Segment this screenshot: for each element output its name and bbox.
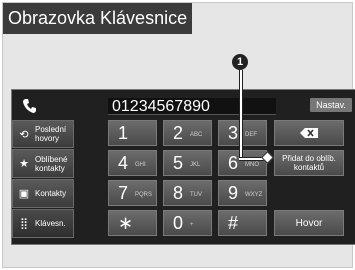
backspace-icon <box>300 128 318 138</box>
key-4[interactable]: 4 GHI <box>108 150 157 176</box>
key-star[interactable]: ∗ <box>108 210 157 236</box>
sidebar-item-keypad[interactable]: ⣿ Klávesn. <box>12 209 74 238</box>
add-favorite-label: kontaktů <box>293 163 325 172</box>
star-icon: ★ <box>19 158 29 170</box>
history-icon: ⟲ <box>19 128 29 141</box>
add-to-favorites-button[interactable]: Přidat do oblíb. kontaktů <box>274 150 344 176</box>
sidebar-label: hovory <box>35 134 60 143</box>
sidebar-label: Klávesn. <box>35 219 66 228</box>
delete-button[interactable] <box>274 120 344 146</box>
key-9[interactable]: 9 WXYZ <box>218 180 267 206</box>
phone-icon <box>23 99 36 113</box>
sidebar-item-favorites[interactable]: ★ Oblíbené kontakty <box>12 149 74 178</box>
sidebar-item-recent-calls[interactable]: ⟲ Poslední hovory <box>12 120 74 148</box>
key-2[interactable]: 2 ABC <box>163 120 212 146</box>
callout-line <box>239 70 243 159</box>
phone-number-field[interactable]: 01234567890 <box>108 98 276 115</box>
page-title: Obrazovka Klávesnice <box>3 3 192 34</box>
sidebar-label: Poslední <box>35 125 67 134</box>
key-7[interactable]: 7 PQRS <box>108 180 157 206</box>
sidebar-label: Oblíbené <box>35 154 68 164</box>
callout-marker: 1 <box>232 54 248 70</box>
call-label: Hovor <box>295 217 323 229</box>
key-1[interactable]: 1 <box>108 120 157 146</box>
sidebar-label: Kontakty <box>35 189 67 198</box>
contacts-icon: ▣ <box>18 188 30 200</box>
settings-button[interactable]: Nastav. <box>310 98 352 112</box>
call-button[interactable]: Hovor <box>274 210 344 236</box>
screen-frame: Obrazovka Klávesnice 01234567890 Nastav.… <box>2 2 355 268</box>
key-5[interactable]: 5 JKL <box>163 150 212 176</box>
key-hash[interactable]: # <box>218 210 267 236</box>
key-8[interactable]: 8 TUV <box>163 180 212 206</box>
keypad-screen: 01234567890 Nastav. ⟲ Poslední hovory ★ O… <box>11 89 355 245</box>
sidebar-label: kontakty <box>35 163 65 173</box>
keypad-icon: ⣿ <box>19 218 29 230</box>
add-favorite-label: Přidat do oblíb. <box>282 154 336 163</box>
sidebar-item-contacts[interactable]: ▣ Kontakty <box>12 179 74 208</box>
key-0[interactable]: 0 + <box>163 210 212 236</box>
